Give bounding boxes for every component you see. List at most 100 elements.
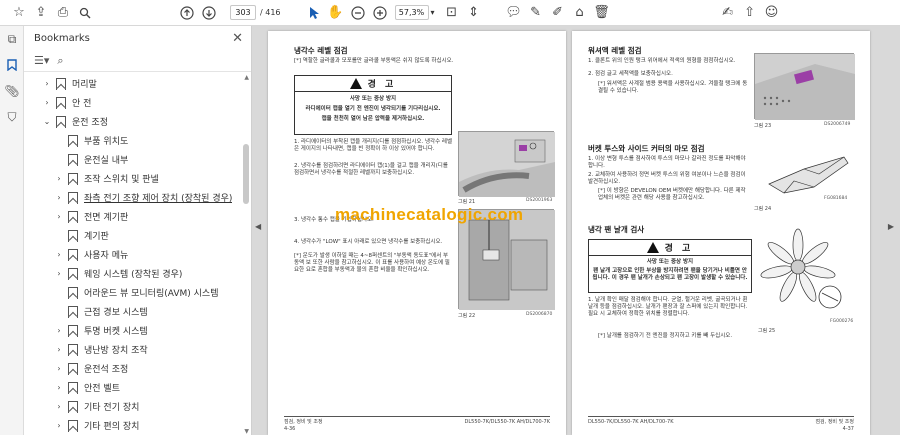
star-icon[interactable]: ☆ [8,2,30,24]
bookmark-item[interactable]: › 운전석 조정 [24,359,238,378]
bookmark-item[interactable]: 운전실 내부 [24,150,238,169]
bookmark-item[interactable]: 근접 경보 시스템 [24,302,238,321]
scroll-thumb[interactable] [243,144,249,204]
chevron-right-icon[interactable]: › [54,402,64,411]
footer-page-number: 4-37 [842,426,854,432]
toolbar: ☆ ⇪ ⎙ 303 / 416 ✋ 57,3% ▾ ⊡ ⇕ 💬︎ ✎ ✐ ⌂ 🗑… [0,0,900,26]
bookmark-scrollbar[interactable]: ▲ ▼ [241,74,249,435]
layers-icon[interactable]: ⛉ [0,104,24,130]
chevron-right-icon[interactable]: › [54,174,64,183]
document-viewer[interactable]: ◀ ▶ 냉각수 레벨 점검 [*] 역할한 글라콜과 모포를만 글라콜 부동액은… [252,26,900,435]
bookmark-item[interactable]: 부품 위치도 [24,131,238,150]
stamp-icon[interactable]: ⌂ [569,2,591,24]
chevron-down-icon[interactable]: ⌄ [42,117,52,126]
bookmark-item[interactable]: › 조작 스위치 및 판넬 [24,169,238,188]
zoom-level-input[interactable]: 57,3% [394,5,429,20]
bookmark-item[interactable]: › 안전 벨트 [24,378,238,397]
bookmark-icon[interactable] [0,52,24,78]
comment-icon[interactable]: 💬︎ [503,2,525,24]
bucket-note: [*] 이 방향은 DEVELON OEM 버켓에만 해당합니다. 다른 제작업… [598,188,746,201]
bookmark-icon [68,324,78,337]
figure-24-caption: 그림 24 [754,206,772,212]
draw-icon[interactable]: ✐ [547,2,569,24]
figure-25-id: FG000276 [830,319,854,324]
edit-pdf-icon[interactable]: ✍ [717,2,739,24]
chevron-right-icon[interactable]: › [54,212,64,221]
bookmark-icon [56,115,66,128]
bookmark-icon [68,134,78,147]
highlight-pen-icon[interactable]: ✎ [525,2,547,24]
close-icon[interactable]: ✕ [232,31,243,46]
bookmark-icon [68,229,78,242]
figure-25-caption: 그림 25 [758,328,776,334]
step-2: 2. 냉각수를 점검하려면 라디에이터 캡(1)을 걸고 캡을 개리지(디를 점… [294,163,448,176]
next-page-icon[interactable] [198,2,220,24]
page-number-input[interactable]: 303 [230,5,256,20]
fit-page-icon[interactable]: ⊡ [441,2,463,24]
bookmark-item[interactable]: › 기타 편의 장치 [24,416,238,435]
bookmark-icon [68,362,78,375]
bookmark-item[interactable]: › 안 전 [24,93,238,112]
left-icon-rail: ⧉ 📎︎ ⛉ [0,26,24,435]
select-cursor-icon[interactable] [303,2,325,24]
bookmark-icon [68,153,78,166]
bookmark-item[interactable]: › 머리말 [24,74,238,93]
bookmark-item[interactable]: ⌄ 운전 조정 [24,112,238,131]
chevron-right-icon[interactable]: › [42,79,52,88]
chevron-right-icon[interactable]: › [54,383,64,392]
chevron-right-icon[interactable]: › [54,269,64,278]
page-total: / 416 [260,8,281,17]
bookmark-label: 운전 조정 [72,118,108,128]
scroll-mode-icon[interactable]: ⇕ [463,2,485,24]
chevron-right-icon[interactable]: › [54,250,64,259]
zoom-dropdown-icon[interactable]: ▾ [431,8,435,17]
zoom-in-icon[interactable] [369,2,391,24]
chevron-right-icon[interactable]: › [54,421,64,430]
collapse-right-icon[interactable]: ▶ [888,222,894,231]
footer-line [284,416,550,417]
upload-icon[interactable]: ⇪ [30,2,52,24]
hand-tool-icon[interactable]: ✋ [325,2,347,24]
prev-page-icon[interactable] [176,2,198,24]
collapse-left-icon[interactable]: ◀ [255,222,261,231]
bookmark-item[interactable]: › 좌측 전기 조향 제어 장치 (장착된 경우) [24,188,238,207]
bookmarks-header: Bookmarks ✕ [24,26,251,50]
bookmark-icon [68,267,78,280]
bookmark-item[interactable]: › 냉난방 장치 조작 [24,340,238,359]
chevron-right-icon[interactable]: › [54,193,64,202]
share-icon[interactable]: ⇧ [739,2,761,24]
trash-icon[interactable]: 🗑︎ [591,2,613,24]
attachment-icon[interactable]: 📎︎ [0,78,24,104]
bookmark-item[interactable]: 계기판 [24,226,238,245]
footer-page-number: 4-36 [284,426,296,432]
bookmark-icon [68,400,78,413]
bookmark-search-icon[interactable]: ⌕ [57,54,63,68]
figure-22-caption: 그림 22 [458,313,476,319]
warning-line-3: 캡을 천천히 열어 남은 압력을 제거하십시오. [321,116,425,122]
print-icon[interactable]: ⎙ [52,2,74,24]
page-thumbnails-icon[interactable]: ⧉ [0,26,24,52]
scroll-up-icon[interactable]: ▲ [244,74,249,81]
bookmark-icon [68,172,78,185]
zoom-out-icon[interactable] [347,2,369,24]
bookmark-item[interactable]: › 사용자 메뉴 [24,245,238,264]
bookmark-item[interactable]: 어라운드 뷰 모니터링(AVM) 시스템 [24,283,238,302]
user-account-icon[interactable]: ☺ [761,2,783,24]
chevron-right-icon[interactable]: › [54,364,64,373]
bookmark-item[interactable]: › 웨잉 시스템 (장착된 경우) [24,264,238,283]
bookmark-options-icon[interactable]: ☰▾ [34,54,49,67]
page-left: 냉각수 레벨 점검 [*] 역할한 글라콜과 모포를만 글라콜 부동액은 쉬지 … [268,31,566,435]
step-4: 4. 냉각수가 "LOW" 표시 아래로 있으면 냉각수를 보충하십시오. [294,239,443,245]
scroll-down-icon[interactable]: ▼ [244,428,249,435]
fan-warning-line-1: 사망 또는 중상 방지 [646,259,694,265]
bookmark-item[interactable]: › 기타 전기 장치 [24,397,238,416]
footer-section: 점검, 정비 및 조정 [284,419,323,425]
figure-23-caption: 그림 23 [754,123,772,129]
figure-25-image [758,227,854,317]
chevron-right-icon[interactable]: › [54,345,64,354]
bookmark-item[interactable]: › 전면 계기판 [24,207,238,226]
search-icon[interactable] [74,2,96,24]
chevron-right-icon[interactable]: › [54,326,64,335]
bookmark-item[interactable]: › 투명 버켓 시스템 [24,321,238,340]
chevron-right-icon[interactable]: › [42,98,52,107]
